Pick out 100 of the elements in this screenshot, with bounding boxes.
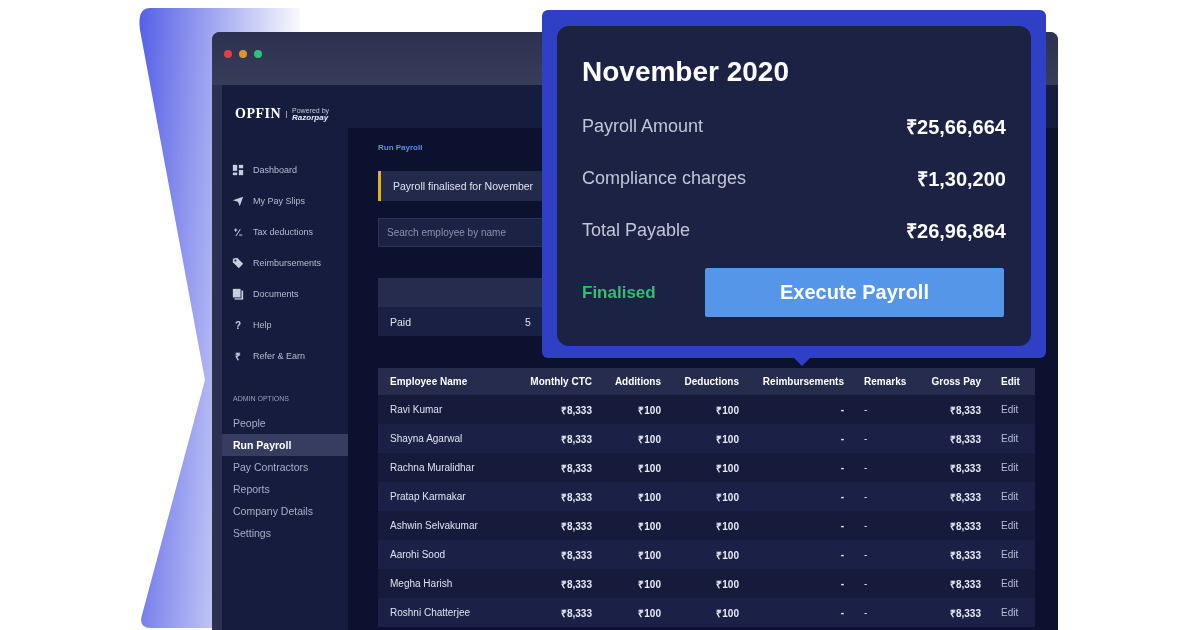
table-cell: ₹8,333 xyxy=(925,511,989,540)
sidebar-item-label: Reimbursements xyxy=(253,258,322,268)
table-cell: ₹8,333 xyxy=(520,598,600,627)
maximize-dot-icon[interactable] xyxy=(254,50,262,58)
sidebar-item[interactable]: Dashboard xyxy=(232,159,348,181)
close-dot-icon[interactable] xyxy=(224,50,232,58)
menu-item-icon: ? xyxy=(232,319,244,331)
table-cell: ₹8,333 xyxy=(925,453,989,482)
sidebar-item[interactable]: ⁺∕₋ Tax deductions xyxy=(232,221,348,243)
edit-link[interactable]: Edit xyxy=(1001,462,1019,473)
sidebar-item[interactable]: ? Help xyxy=(232,314,348,336)
paper-plane-icon xyxy=(232,195,244,207)
amount-label: Payroll Amount xyxy=(582,115,704,137)
table-cell: ₹100 xyxy=(600,453,669,482)
table-cell: ₹8,333 xyxy=(925,395,989,424)
table-cell: - xyxy=(852,511,925,540)
breadcrumb-link[interactable]: Run Payroll xyxy=(378,143,423,155)
sidebar-item[interactable]: Pay Contractors xyxy=(222,456,348,478)
column-header: Monthly CTC xyxy=(520,368,600,395)
table-cell: - xyxy=(747,482,852,511)
table-cell: ₹8,333 xyxy=(925,540,989,569)
table-cell: ₹8,333 xyxy=(520,395,600,424)
table-cell: ₹100 xyxy=(600,540,669,569)
sidebar-item[interactable]: Documents xyxy=(232,283,348,305)
table-cell: ₹100 xyxy=(669,395,747,424)
table-cell: ₹100 xyxy=(669,569,747,598)
sidebar-item-label: Tax deductions xyxy=(253,227,314,237)
sidebar-item-label: Dashboard xyxy=(253,165,298,175)
table-cell: ₹8,333 xyxy=(520,569,600,598)
amount-label: Total Payable xyxy=(582,219,691,241)
column-header: Deductions xyxy=(669,368,747,395)
table-cell: ₹8,333 xyxy=(520,511,600,540)
sidebar-item[interactable]: Settings xyxy=(222,522,348,544)
table-cell: ₹8,333 xyxy=(520,482,600,511)
amount-value: ₹26,96,864 xyxy=(906,218,1006,244)
table-cell: - xyxy=(852,598,925,627)
table-cell: Ashwin Selvakumar xyxy=(378,511,520,540)
table-cell: ₹8,333 xyxy=(925,424,989,453)
sidebar-item[interactable]: ₹ Refer & Earn xyxy=(232,345,348,367)
summary-label: Paid xyxy=(390,315,412,328)
table-cell: ₹8,333 xyxy=(520,424,600,453)
edit-link[interactable]: Edit xyxy=(1001,491,1019,502)
table-cell: - xyxy=(852,395,925,424)
table-cell: - xyxy=(747,453,852,482)
table-cell: Roshni Chatterjee xyxy=(378,598,520,627)
menu-item-icon: ₹ xyxy=(232,349,244,363)
sidebar-item-label: Help xyxy=(253,320,272,330)
sidebar-item[interactable]: Reimbursements xyxy=(232,252,348,274)
table-cell: ₹100 xyxy=(600,598,669,627)
table-cell: - xyxy=(747,540,852,569)
edit-link[interactable]: Edit xyxy=(1001,607,1019,618)
table-cell: ₹8,333 xyxy=(925,598,989,627)
table-cell: ₹8,333 xyxy=(925,482,989,511)
table-cell: ₹100 xyxy=(669,482,747,511)
edit-link[interactable]: Edit xyxy=(1001,520,1019,531)
table-cell: - xyxy=(747,598,852,627)
table-cell: ₹100 xyxy=(669,598,747,627)
column-header: Employee Name xyxy=(378,368,520,395)
column-header: Remarks xyxy=(852,368,925,395)
partner-logo: Razorpay xyxy=(292,113,330,122)
table-cell: ₹100 xyxy=(669,540,747,569)
sidebar-item[interactable]: Reports xyxy=(222,478,348,500)
menu-item-icon: ⁺∕₋ xyxy=(232,225,244,239)
edit-link[interactable]: Edit xyxy=(1001,549,1019,560)
sidebar-item[interactable]: My Pay Slips xyxy=(232,190,348,212)
table-cell: - xyxy=(852,540,925,569)
sidebar-item[interactable]: People xyxy=(222,412,348,434)
edit-link[interactable]: Edit xyxy=(1001,404,1019,415)
tag-icon xyxy=(232,257,244,269)
summary-value: 5 xyxy=(525,315,531,328)
sidebar-item[interactable]: Run Payroll xyxy=(222,434,348,456)
table-cell: - xyxy=(852,482,925,511)
minimize-dot-icon[interactable] xyxy=(239,50,247,58)
status-label: Finalised xyxy=(582,282,657,303)
table-cell: ₹100 xyxy=(600,395,669,424)
table-cell: - xyxy=(852,569,925,598)
table-cell: ₹8,333 xyxy=(925,569,989,598)
table-cell: Ravi Kumar xyxy=(378,395,520,424)
table-cell: ₹100 xyxy=(600,482,669,511)
sidebar-item[interactable]: Company Details xyxy=(222,500,348,522)
dashboard-grid-icon xyxy=(232,164,244,176)
table-cell: - xyxy=(852,453,925,482)
table-cell: - xyxy=(852,424,925,453)
table-cell: ₹100 xyxy=(600,569,669,598)
column-header: Additions xyxy=(600,368,669,395)
table-cell: ₹8,333 xyxy=(520,453,600,482)
brand-logo: OPFIN xyxy=(235,106,282,122)
table-cell: - xyxy=(747,511,852,540)
table-cell: ₹100 xyxy=(600,511,669,540)
edit-link[interactable]: Edit xyxy=(1001,578,1019,589)
amount-value: ₹25,66,664 xyxy=(906,114,1006,140)
table-cell: Rachna Muralidhar xyxy=(378,453,520,482)
edit-link[interactable]: Edit xyxy=(1001,433,1019,444)
table-cell: - xyxy=(747,395,852,424)
search-field[interactable]: Search employee by name xyxy=(378,218,543,247)
documents-icon xyxy=(232,288,244,300)
table-cell: ₹100 xyxy=(669,511,747,540)
sidebar-item-label: Refer & Earn xyxy=(253,351,306,361)
table-cell: - xyxy=(747,569,852,598)
table-cell: ₹8,333 xyxy=(520,540,600,569)
